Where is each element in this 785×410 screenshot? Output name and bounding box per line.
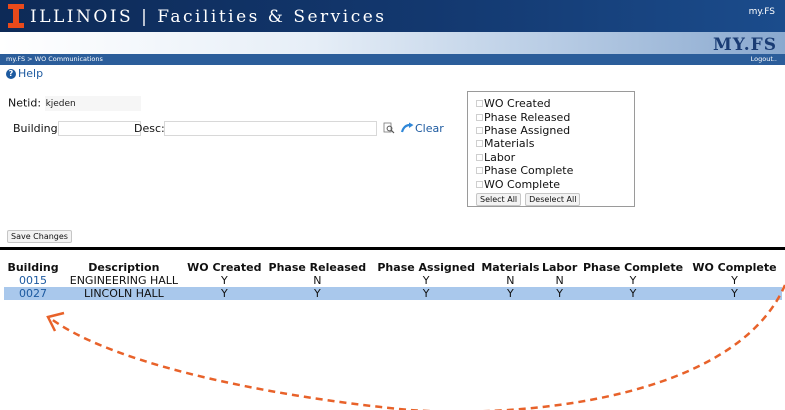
help-icon: ? bbox=[6, 68, 16, 79]
filter-checkbox[interactable] bbox=[476, 126, 483, 134]
filter-option[interactable]: Materials bbox=[476, 137, 634, 150]
filter-label: WO Complete bbox=[484, 177, 561, 191]
table-cell: N bbox=[506, 274, 515, 287]
myfs-brand: MY.FS bbox=[712, 35, 777, 55]
table-cell: ENGINEERING HALL bbox=[69, 274, 179, 287]
column-header[interactable]: WO Complete bbox=[687, 260, 782, 274]
select-all-button[interactable]: Select All bbox=[476, 192, 522, 206]
myfs-link[interactable]: my.FS bbox=[749, 7, 775, 17]
breadcrumb[interactable]: my.FS > WO Communications bbox=[6, 54, 103, 65]
table-cell: N bbox=[313, 274, 322, 287]
filter-option[interactable]: Phase Complete bbox=[476, 164, 634, 177]
table-row[interactable]: 0015 ENGINEERING HALL Y N Y N N Y Y bbox=[4, 274, 782, 287]
table-cell: Y bbox=[579, 287, 687, 300]
filter-label: Phase Assigned bbox=[484, 123, 571, 137]
filter-label: Materials bbox=[484, 137, 535, 151]
divider bbox=[0, 247, 785, 250]
building-input[interactable] bbox=[58, 121, 141, 136]
building-label: Building: bbox=[13, 122, 62, 135]
filter-list: WO Created Phase Released Phase Assigned Ma… bbox=[476, 97, 634, 191]
breadcrumb-bar: my.FS > WO Communications Logout.. bbox=[0, 54, 785, 65]
clear-icon[interactable] bbox=[400, 122, 414, 134]
table-header-row: Building Description WO Created Phase Relea… bbox=[4, 260, 782, 274]
filter-option[interactable]: WO Created bbox=[476, 97, 634, 110]
table-body: 0015 ENGINEERING HALL Y N Y N N Y Y 0027 LINCOLN H… bbox=[4, 274, 782, 300]
save-changes-button[interactable]: Save Changes bbox=[7, 230, 72, 243]
filter-label: Phase Complete bbox=[484, 164, 574, 178]
filter-checkbox[interactable] bbox=[476, 180, 483, 188]
column-header[interactable]: Phase Complete bbox=[579, 260, 687, 274]
column-header[interactable]: Labor bbox=[540, 260, 579, 274]
table-cell: Y bbox=[185, 287, 263, 300]
column-header[interactable]: Building bbox=[4, 260, 62, 274]
table-cell: Y bbox=[686, 287, 782, 300]
filter-panel: WO Created Phase Released Phase Assigned Ma… bbox=[467, 91, 635, 207]
table-cell: Y bbox=[731, 274, 738, 287]
filter-checkbox[interactable] bbox=[476, 113, 483, 121]
netid-row: Netid: bbox=[8, 96, 141, 111]
table-cell: Y bbox=[371, 287, 481, 300]
table-cell: N bbox=[555, 274, 564, 287]
help-label: Help bbox=[18, 67, 44, 80]
brand-band: MY.FS bbox=[0, 32, 785, 55]
table-cell: Y bbox=[540, 287, 580, 300]
building-number-link[interactable]: 0027 bbox=[4, 287, 63, 300]
filter-buttons: Select All Deselect All bbox=[476, 192, 634, 206]
building-number-link[interactable]: 0015 bbox=[4, 274, 62, 287]
clear-link[interactable]: Clear bbox=[415, 122, 444, 135]
illinois-logo bbox=[8, 4, 24, 28]
table-row[interactable]: 0027 LINCOLN HALL Y Y Y Y Y Y Y bbox=[4, 287, 782, 300]
filter-option[interactable]: Phase Assigned bbox=[476, 124, 634, 137]
column-header[interactable]: Materials bbox=[481, 260, 541, 274]
filter-checkbox[interactable] bbox=[476, 153, 483, 161]
table-cell: Y bbox=[422, 274, 430, 287]
filter-option[interactable]: Phase Released bbox=[476, 110, 634, 124]
table-cell: LINCOLN HALL bbox=[62, 287, 186, 300]
table-cell: Y bbox=[262, 287, 372, 300]
desc-input[interactable] bbox=[164, 121, 377, 136]
search-icon[interactable] bbox=[383, 122, 395, 134]
filter-label: Labor bbox=[484, 150, 516, 164]
column-header[interactable]: Phase Assigned bbox=[372, 260, 481, 274]
table-cell: Y bbox=[629, 274, 637, 287]
logout-link[interactable]: Logout.. bbox=[751, 54, 777, 65]
filter-checkbox[interactable] bbox=[476, 140, 483, 148]
filter-option[interactable]: WO Complete bbox=[476, 177, 634, 191]
column-header[interactable]: Description bbox=[62, 260, 186, 274]
filter-option[interactable]: Labor bbox=[476, 151, 634, 164]
site-title: ILLINOIS | Facilities & Services bbox=[30, 7, 387, 27]
filter-checkbox[interactable] bbox=[476, 167, 483, 175]
deselect-all-button[interactable]: Deselect All bbox=[525, 192, 581, 206]
desc-label: Desc: bbox=[134, 122, 165, 135]
filter-label: WO Created bbox=[484, 97, 551, 111]
column-header[interactable]: Phase Released bbox=[263, 260, 372, 274]
filter-label: Phase Released bbox=[484, 110, 571, 124]
help-link[interactable]: ? Help bbox=[6, 67, 43, 80]
netid-input[interactable] bbox=[44, 96, 141, 111]
filter-checkbox[interactable] bbox=[476, 100, 483, 108]
top-header: ILLINOIS | Facilities & Services my.FS bbox=[0, 0, 785, 32]
table-cell: Y bbox=[480, 287, 541, 300]
table-cell: Y bbox=[220, 274, 228, 287]
column-header[interactable]: WO Created bbox=[186, 260, 263, 274]
results-table: Building Description WO Created Phase Relea… bbox=[4, 260, 782, 300]
netid-label: Netid: bbox=[8, 96, 42, 110]
